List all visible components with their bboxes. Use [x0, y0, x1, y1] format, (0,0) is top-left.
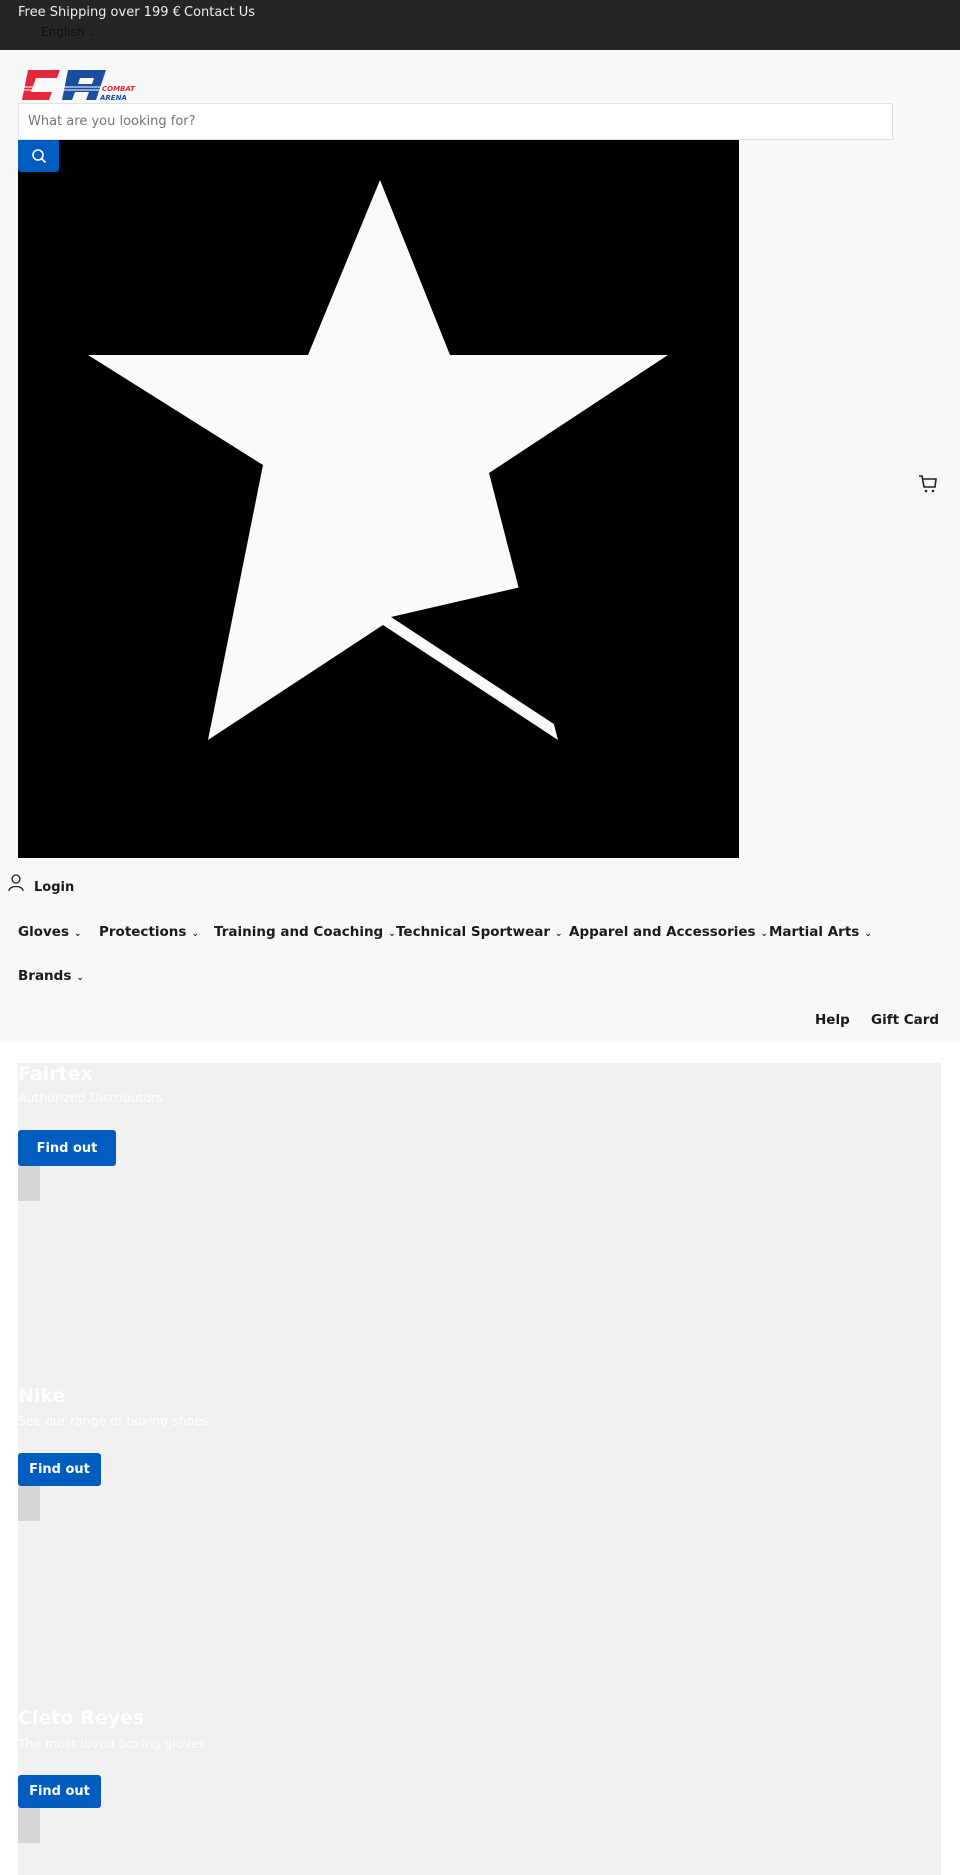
search-button[interactable] — [18, 140, 59, 172]
announcement-bar: Free Shipping over 199 € Contact Us Engl… — [0, 0, 960, 50]
help-link[interactable]: Help — [815, 1012, 850, 1028]
language-selector[interactable]: English ⌄ — [41, 25, 95, 39]
chevron-down-icon: ⌄ — [760, 929, 769, 939]
slide-title: Cleto Reyes — [18, 1707, 145, 1729]
chevron-down-icon: ⌄ — [864, 929, 872, 939]
chevron-down-icon: ⌄ — [191, 929, 199, 939]
cart-icon — [919, 475, 937, 493]
user-icon — [8, 873, 24, 891]
nav-label: Martial Arts — [769, 924, 860, 940]
nav-label: Gloves — [18, 924, 69, 940]
find-out-button[interactable]: Find out — [18, 1453, 101, 1486]
nav-label: Technical Sportwear — [396, 924, 551, 940]
nav-training[interactable]: Training and Coaching ⌄ — [214, 924, 396, 940]
chevron-down-icon: ⌄ — [88, 29, 95, 38]
nav-protections[interactable]: Protections ⌄ — [99, 924, 199, 940]
brand-slideshow — [18, 1063, 941, 1875]
find-out-button[interactable]: Find out — [18, 1130, 116, 1166]
gift-card-link[interactable]: Gift Card — [871, 1012, 939, 1028]
svg-text:ARENA: ARENA — [99, 94, 127, 102]
nav-gloves[interactable]: Gloves ⌄ — [18, 924, 82, 940]
search-input[interactable] — [18, 103, 893, 140]
find-out-button[interactable]: Find out — [18, 1775, 101, 1808]
slide-image-placeholder — [18, 1486, 40, 1521]
nav-brands[interactable]: Brands ⌄ — [18, 968, 84, 984]
slide-image-placeholder — [18, 1166, 40, 1201]
chevron-down-icon: ⌄ — [73, 929, 82, 939]
chevron-down-icon: ⌄ — [76, 973, 84, 983]
nav-label: Brands — [18, 968, 72, 984]
slide-subtitle: Authorized Distributors — [18, 1090, 163, 1105]
chevron-down-icon: ⌄ — [555, 929, 563, 939]
svg-text:COMBAT: COMBAT — [102, 85, 136, 93]
nav-label: Apparel and Accessories — [569, 924, 756, 940]
nav-sportwear[interactable]: Technical Sportwear ⌄ — [396, 924, 563, 940]
slide-title: Nike — [18, 1385, 66, 1407]
cart-button[interactable] — [917, 474, 939, 498]
nav-label: Protections — [99, 924, 187, 940]
contact-link[interactable]: Contact Us — [184, 5, 255, 20]
shipping-text: Free Shipping over 199 € — [18, 5, 181, 20]
login-link[interactable]: Login — [8, 870, 74, 895]
nav-apparel[interactable]: Apparel and Accessories ⌄ — [569, 924, 768, 940]
star-image — [18, 140, 739, 858]
slide-title: Fairtex — [18, 1063, 93, 1085]
search-icon — [31, 149, 46, 164]
nav-martial-arts[interactable]: Martial Arts ⌄ — [769, 924, 872, 940]
chevron-down-icon: ⌄ — [388, 929, 396, 939]
slide-subtitle: See our range of boxing shoes — [18, 1413, 209, 1428]
slide-subtitle: The most loved boxing gloves — [18, 1736, 206, 1751]
slide-image-placeholder — [18, 1808, 40, 1843]
login-label: Login — [34, 880, 75, 895]
nav-label: Training and Coaching — [214, 924, 384, 940]
language-label: English — [41, 25, 85, 39]
logo[interactable]: COMBAT ARENA — [20, 68, 148, 106]
